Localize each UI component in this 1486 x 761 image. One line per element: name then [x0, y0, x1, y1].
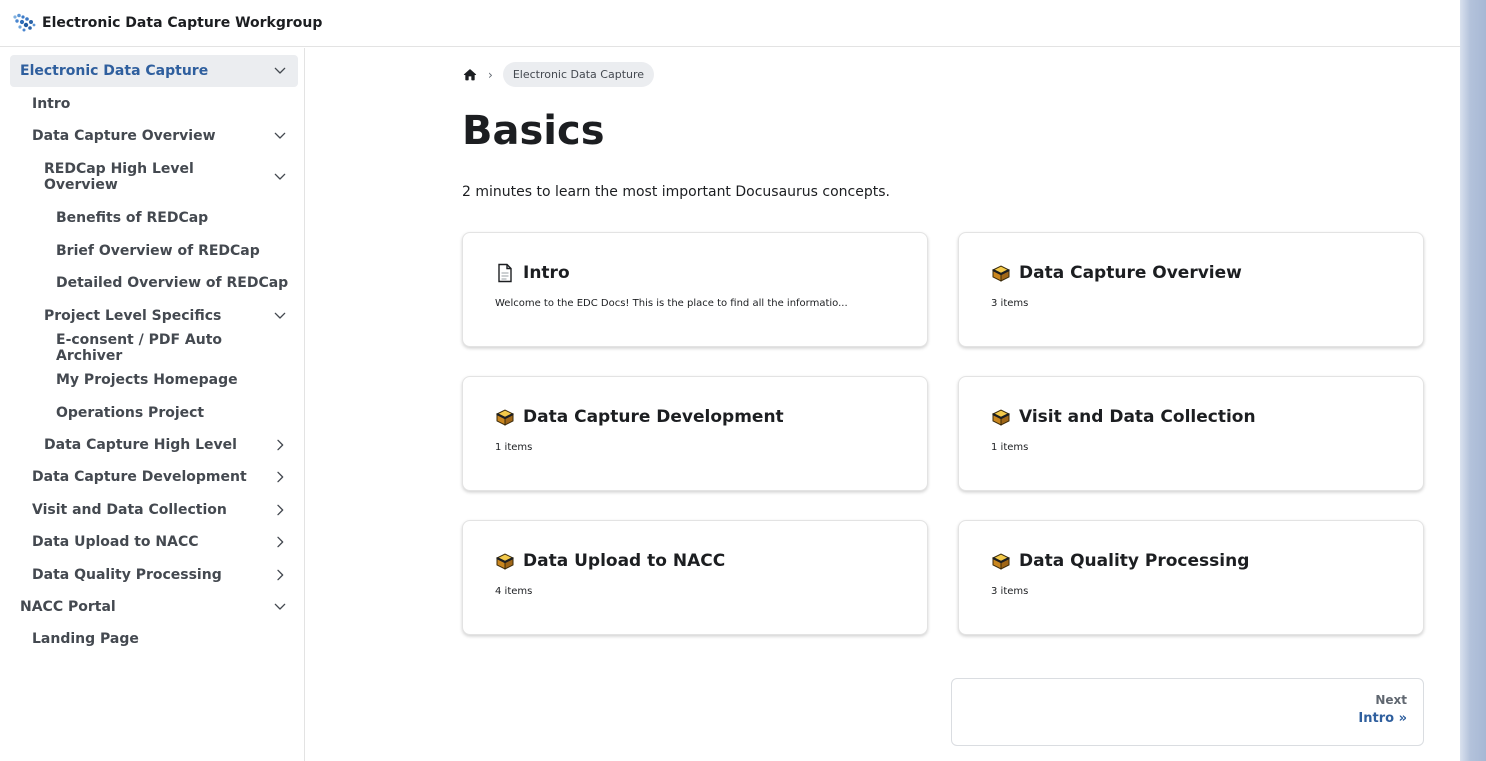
- sidebar-item[interactable]: Project Level Specifics: [10, 299, 298, 331]
- sidebar-item-label: Benefits of REDCap: [56, 210, 209, 227]
- next-page-link[interactable]: Next Intro »: [951, 678, 1424, 746]
- card-title-text: Intro: [523, 263, 570, 283]
- box-icon: [495, 409, 515, 426]
- pager-label: Intro »: [1358, 711, 1407, 726]
- card-title-text: Visit and Data Collection: [1019, 407, 1256, 427]
- box-icon: [991, 553, 1011, 570]
- chevron-right-icon[interactable]: [270, 435, 290, 455]
- chevron-right-icon[interactable]: [270, 467, 290, 487]
- card-title: Data Upload to NACC: [495, 551, 895, 571]
- card-description: 1 items: [495, 442, 533, 453]
- sidebar-item-label: Detailed Overview of REDCap: [56, 275, 289, 292]
- sidebar-item-label: Project Level Specifics: [44, 307, 222, 324]
- sidebar-item-label: Brief Overview of REDCap: [56, 242, 260, 259]
- chevron-down-icon[interactable]: [270, 126, 290, 146]
- sidebar-item[interactable]: E-consent / PDF Auto Archiver: [10, 332, 298, 364]
- card-title-text: Data Quality Processing: [1019, 551, 1250, 571]
- card-title: Data Capture Development: [495, 407, 895, 427]
- sidebar-item[interactable]: Brief Overview of REDCap: [10, 235, 298, 267]
- card-title: Data Quality Processing: [991, 551, 1391, 571]
- sidebar-item[interactable]: Benefits of REDCap: [10, 202, 298, 234]
- sidebar-item[interactable]: Data Quality Processing: [10, 558, 298, 590]
- chevron-right-icon[interactable]: [270, 532, 290, 552]
- sidebar-item[interactable]: NACC Portal: [10, 591, 298, 623]
- chevron-right-icon[interactable]: [270, 500, 290, 520]
- page-title: Basics: [462, 108, 605, 154]
- sidebar-item[interactable]: Data Capture High Level: [10, 429, 298, 461]
- card-title: Data Capture Overview: [991, 263, 1391, 283]
- brand-link[interactable]: Electronic Data Capture Workgroup: [12, 13, 322, 33]
- sidebar-item[interactable]: Intro: [10, 87, 298, 119]
- sidebar-item-label: Operations Project: [56, 404, 205, 421]
- sidebar-item[interactable]: Data Capture Overview: [10, 120, 298, 152]
- sidebar-item-label: Intro: [32, 95, 71, 112]
- chevron-down-icon[interactable]: [270, 306, 290, 326]
- main-content: › Electronic Data Capture Basics 2 minut…: [306, 48, 1460, 761]
- sidebar-item-label: Data Capture Development: [32, 469, 247, 486]
- sidebar-item-label: Data Upload to NACC: [32, 534, 199, 551]
- sidebar-item[interactable]: Data Capture Development: [10, 461, 298, 493]
- card-title: Intro: [495, 263, 895, 283]
- doc-card[interactable]: Data Upload to NACC 4 items: [462, 520, 928, 635]
- molecule-logo-icon: [13, 13, 36, 32]
- pager-sublabel: Next: [1375, 693, 1407, 707]
- window-edge: [1460, 0, 1486, 761]
- doc-card[interactable]: Data Capture Overview 3 items: [958, 232, 1424, 347]
- page-subtitle: 2 minutes to learn the most important Do…: [462, 184, 890, 200]
- box-icon: [991, 409, 1011, 426]
- chevron-down-icon[interactable]: [270, 61, 290, 81]
- card-title-text: Data Upload to NACC: [523, 551, 726, 571]
- sidebar-item-label: Visit and Data Collection: [32, 501, 227, 518]
- sidebar-item[interactable]: Data Upload to NACC: [10, 526, 298, 558]
- breadcrumb-separator: ›: [488, 67, 493, 82]
- sidebar-item-label: Landing Page: [32, 631, 139, 648]
- chevron-down-icon[interactable]: [270, 597, 290, 617]
- sidebar: Electronic Data Capture Intro Data Capture…: [0, 48, 305, 761]
- card-description: 1 items: [991, 442, 1029, 453]
- sidebar-menu: Electronic Data Capture Intro Data Capture…: [10, 55, 298, 656]
- sidebar-item-label: E-consent / PDF Auto Archiver: [56, 331, 223, 364]
- doc-card[interactable]: Intro Welcome to the EDC Docs! This is th…: [462, 232, 928, 347]
- sidebar-item[interactable]: Visit and Data Collection: [10, 494, 298, 526]
- document-icon: [498, 263, 512, 283]
- sidebar-item[interactable]: Operations Project: [10, 397, 298, 429]
- site-title: Electronic Data Capture Workgroup: [42, 15, 323, 31]
- card-title-text: Data Capture Development: [523, 407, 784, 427]
- doc-card[interactable]: Visit and Data Collection 1 items: [958, 376, 1424, 491]
- box-icon: [991, 265, 1011, 282]
- sidebar-item-label: REDCap High Level Overview: [44, 161, 194, 194]
- sidebar-item-label: My Projects Homepage: [56, 372, 238, 389]
- sidebar-item-label: Data Capture High Level: [44, 437, 237, 454]
- navbar: Electronic Data Capture Workgroup: [0, 0, 1460, 47]
- sidebar-item[interactable]: My Projects Homepage: [10, 364, 298, 396]
- card-title-text: Data Capture Overview: [1019, 263, 1242, 283]
- card-description: 3 items: [991, 586, 1029, 597]
- card-description: 3 items: [991, 298, 1029, 309]
- sidebar-item[interactable]: REDCap High Level Overview: [10, 152, 298, 202]
- doc-card[interactable]: Data Quality Processing 3 items: [958, 520, 1424, 635]
- sidebar-item[interactable]: Electronic Data Capture: [10, 55, 298, 88]
- sidebar-item-label: Electronic Data Capture: [20, 63, 209, 80]
- sidebar-item[interactable]: Landing Page: [10, 623, 298, 655]
- card-description: Welcome to the EDC Docs! This is the pla…: [495, 298, 848, 309]
- sidebar-item[interactable]: Detailed Overview of REDCap: [10, 267, 298, 299]
- breadcrumb-current: Electronic Data Capture: [502, 62, 655, 87]
- box-icon: [495, 553, 515, 570]
- chevron-right-icon[interactable]: [270, 565, 290, 585]
- card-title: Visit and Data Collection: [991, 407, 1391, 427]
- doc-card[interactable]: Data Capture Development 1 items: [462, 376, 928, 491]
- card-description: 4 items: [495, 586, 533, 597]
- breadcrumb: › Electronic Data Capture: [462, 62, 655, 87]
- home-icon[interactable]: [462, 67, 478, 83]
- chevron-down-icon[interactable]: [270, 167, 290, 187]
- sidebar-item-label: NACC Portal: [20, 599, 116, 616]
- sidebar-item-label: Data Capture Overview: [32, 127, 216, 144]
- sidebar-item-label: Data Quality Processing: [32, 566, 222, 583]
